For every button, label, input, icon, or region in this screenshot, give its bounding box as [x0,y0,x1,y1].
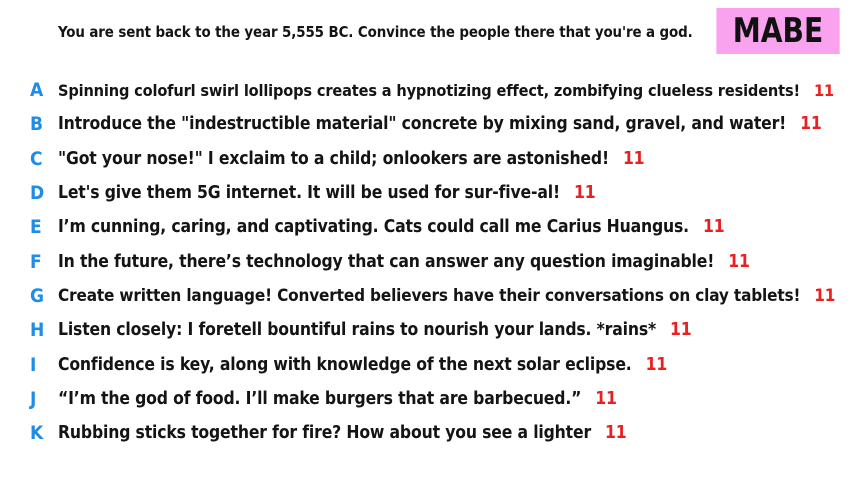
answer-score: 11 [605,423,627,444]
answer-score: 11 [645,354,668,375]
answer-row-i[interactable]: I Confidence is key, along with knowledg… [0,347,853,381]
answer-row-a[interactable]: A Spinning colofurl swirl lollipops crea… [0,73,853,107]
answer-row-g[interactable]: G Create written language! Converted bel… [0,279,853,313]
answer-letter: G [30,284,45,307]
answer-letter: J [30,387,37,410]
answer-score: 11 [800,114,822,135]
answer-row-c[interactable]: C "Got your nose!" I exclaim to a child;… [0,142,853,176]
answer-row-h[interactable]: H Listen closely: I foretell bountiful r… [0,313,853,347]
answer-row-b[interactable]: B Introduce the "indestructible material… [0,107,853,141]
answer-letter: E [30,216,42,239]
answer-letter: C [30,147,43,170]
answer-text: Confidence is key, along with knowledge … [58,354,668,375]
answer-score: 11 [670,320,692,341]
answer-letter: B [30,113,44,136]
player-name-badge: MABE [716,8,840,54]
answer-text: I’m cunning, caring, and captivating. Ca… [58,217,725,238]
answer-letter: I [30,353,37,376]
answer-letter: F [30,250,42,273]
answer-score: 11 [728,251,750,272]
answer-row-j[interactable]: J “I’m the god of food. I’ll make burger… [0,382,853,416]
answer-score: 11 [573,183,596,204]
answer-letter: H [30,319,45,342]
answer-score: 11 [702,217,725,238]
answer-text: Let's give them 5G internet. It will be … [58,183,596,204]
answer-text: Introduce the "indestructible material" … [58,114,822,135]
answer-text: In the future, there’s technology that c… [58,251,750,272]
answer-row-e[interactable]: E I’m cunning, caring, and captivating. … [0,210,853,244]
answer-letter: K [30,422,44,445]
answer-score: 11 [813,80,834,100]
answer-score: 11 [814,285,836,306]
answer-text: "Got your nose!" I exclaim to a child; o… [58,148,645,169]
answer-text: Listen closely: I foretell bountiful rai… [58,320,692,341]
answer-letter: A [30,79,44,102]
question-prompt: You are sent back to the year 5,555 BC. … [58,23,693,41]
answer-row-d[interactable]: D Let's give them 5G internet. It will b… [0,176,853,210]
answer-text: Rubbing sticks together for fire? How ab… [58,423,627,444]
answer-letter: D [30,182,45,205]
answer-score: 11 [622,148,645,169]
answer-list: A Spinning colofurl swirl lollipops crea… [0,73,853,450]
answer-text: “I’m the god of food. I’ll make burgers … [58,388,617,409]
answer-row-k[interactable]: K Rubbing sticks together for fire? How … [0,416,853,450]
answer-score: 11 [595,388,617,409]
answer-row-f[interactable]: F In the future, there’s technology that… [0,244,853,278]
answer-text: Spinning colofurl swirl lollipops create… [58,80,834,100]
answer-text: Create written language! Converted belie… [58,285,836,306]
